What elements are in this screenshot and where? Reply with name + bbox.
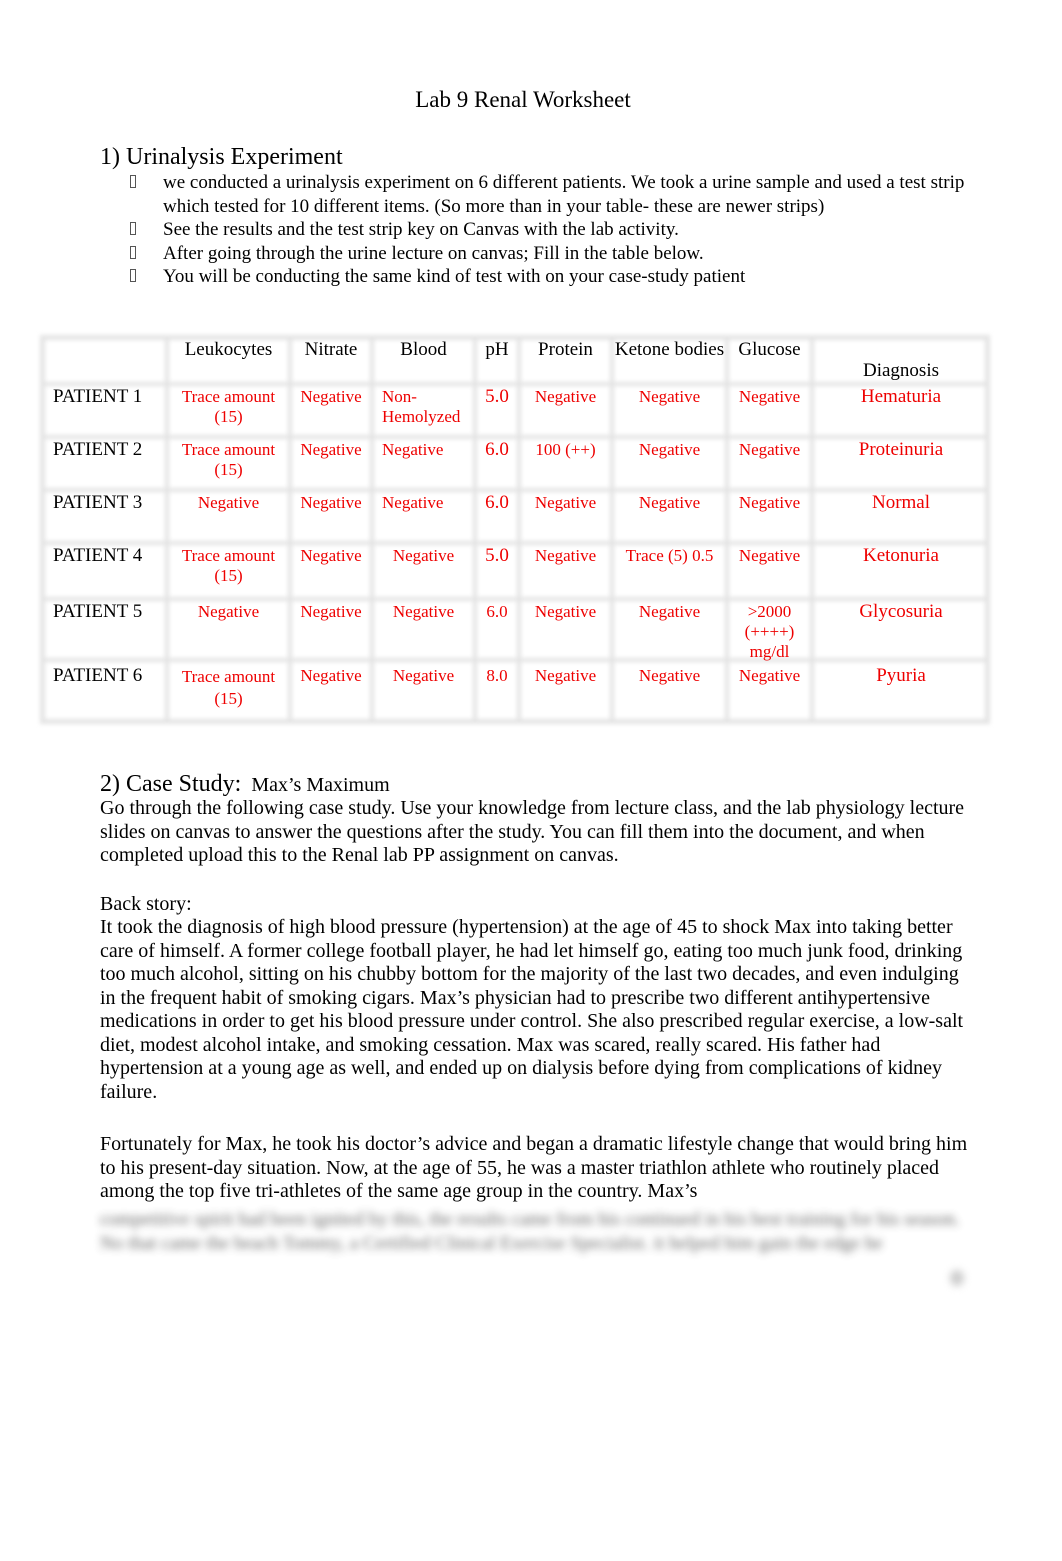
ph-value: 6.0: [485, 492, 509, 513]
section-1-heading: 1) Urinalysis Experiment: [100, 144, 343, 170]
backstory-paragraph-2: Fortunately for Max, he took his doctor’…: [100, 1133, 968, 1202]
ketone-value: Negative: [638, 493, 701, 512]
blood-value: Negative: [392, 602, 455, 621]
header-ketone-bodies: Ketone bodies: [614, 339, 725, 360]
ketone-value: Negative: [638, 666, 701, 685]
bullet-text: See the results and the test strip key o…: [163, 219, 679, 240]
nitrate-value: Negative: [300, 602, 362, 621]
header-blood: Blood: [400, 339, 447, 360]
section-2-heading-text: 2) Case Study:: [100, 771, 242, 797]
glucose-value: Negative: [738, 493, 801, 512]
section-1-bullet-list: we conducted a urinalysis experiment on …: [100, 171, 970, 289]
backstory-paragraph-1: It took the diagnosis of high blood pres…: [100, 916, 964, 1103]
page-number-blurred: [950, 1270, 964, 1286]
diagnosis-value: Normal: [871, 492, 931, 513]
patient-label: PATIENT 6: [53, 665, 143, 686]
bullet-icon: [130, 222, 136, 235]
ketone-value: Negative: [638, 440, 701, 459]
bullet-item: See the results and the test strip key o…: [100, 218, 970, 242]
case-study-title: Max’s Maximum: [251, 774, 390, 796]
patient-label: PATIENT 1: [53, 386, 143, 407]
protein-value: Negative: [534, 666, 597, 685]
blood-value: Negative: [392, 546, 455, 565]
section-2-heading: 2) Case Study: Max’s Maximum: [100, 770, 390, 799]
bullet-item: You will be conducting the same kind of …: [100, 265, 970, 289]
nitrate-value: Negative: [300, 546, 362, 565]
header-leukocytes: Leukocytes: [184, 339, 273, 360]
nitrate-value: Negative: [300, 387, 362, 406]
ph-value: 5.0: [485, 545, 509, 566]
backstory-label: Back story:: [100, 893, 192, 915]
bullet-text: we conducted a urinalysis experiment on …: [163, 172, 965, 217]
case-study-intro: Go through the following case study. Use…: [100, 797, 965, 866]
ketone-value: Trace (5) 0.5: [625, 546, 714, 565]
table-row: PATIENT 2 Trace amount (15) Negative Neg…: [40, 436, 990, 489]
bullet-text: After going through the urine lecture on…: [163, 242, 704, 264]
glucose-value: Negative: [738, 387, 801, 406]
table-header-row: Leukocytes Nitrate Blood pH Protein Keto…: [40, 335, 990, 383]
nitrate-value: Negative: [300, 493, 362, 512]
table-row: PATIENT 5 Negative Negative Negative 6.0…: [40, 598, 990, 662]
nitrate-value: Negative: [300, 666, 362, 685]
protein-value: Negative: [534, 546, 597, 565]
protein-value: Negative: [534, 387, 597, 406]
bullet-icon: [130, 175, 136, 188]
header-nitrate: Nitrate: [304, 339, 358, 360]
diagnosis-value: Glycosuria: [859, 601, 943, 622]
table-row: PATIENT 3 Negative Negative Negative 6.0…: [40, 489, 990, 542]
patient-label: PATIENT 4: [53, 545, 143, 566]
blurred-preview-text: competitive spirit had been ignited by t…: [100, 1209, 960, 1254]
diagnosis-value: Ketonuria: [863, 545, 939, 566]
protein-value: Negative: [534, 602, 597, 621]
nitrate-value: Negative: [300, 440, 362, 459]
header-glucose: Glucose: [738, 339, 801, 360]
ketone-value: Negative: [638, 602, 701, 621]
leukocytes-value: Trace amount (15): [181, 440, 276, 479]
protein-value: Negative: [534, 493, 597, 512]
bullet-icon: [130, 245, 136, 259]
blood-value: Negative: [392, 666, 455, 685]
ph-value: 6.0: [486, 602, 508, 621]
ketone-value: Negative: [638, 387, 701, 406]
ph-value: 5.0: [485, 386, 509, 407]
leukocytes-value: Trace amount (15): [181, 546, 276, 585]
protein-value: 100 (++): [535, 440, 596, 459]
blood-value: Negative: [382, 493, 444, 512]
glucose-value: Negative: [738, 666, 801, 685]
leukocytes-value: Negative: [197, 602, 260, 621]
glucose-value: >2000 (++++) mg/dl: [744, 602, 795, 661]
patient-label: PATIENT 2: [53, 439, 143, 460]
header-blank: [40, 335, 167, 383]
diagnosis-value: Proteinuria: [858, 439, 944, 460]
leukocytes-value: Trace amount (15): [181, 387, 276, 426]
table-row: PATIENT 4 Trace amount (15) Negative Neg…: [40, 542, 990, 598]
bullet-icon: [130, 269, 136, 282]
document-title: Lab 9 Renal Worksheet: [415, 87, 631, 112]
table-row: PATIENT 6 Trace amount (15) Negative Neg…: [40, 662, 990, 724]
table-row: PATIENT 1 Trace amount (15) Negative Non…: [40, 383, 990, 436]
glucose-value: Negative: [738, 546, 801, 565]
urinalysis-table: Leukocytes Nitrate Blood pH Protein Keto…: [40, 335, 990, 724]
bullet-item: After going through the urine lecture on…: [100, 242, 970, 266]
bullet-item: we conducted a urinalysis experiment on …: [100, 171, 970, 218]
header-diagnosis: Diagnosis: [863, 360, 939, 381]
blood-value: Negative: [382, 440, 444, 459]
ph-value: 8.0: [486, 666, 508, 685]
diagnosis-value: Hematuria: [860, 386, 942, 407]
header-protein: Protein: [538, 339, 593, 360]
leukocytes-value: Negative: [197, 493, 260, 512]
patient-label: PATIENT 3: [53, 492, 143, 513]
header-ph: pH: [485, 339, 509, 360]
leukocytes-value: Trace amount (15): [181, 667, 276, 708]
patient-label: PATIENT 5: [53, 601, 143, 622]
ph-value: 6.0: [485, 439, 509, 460]
glucose-value: Negative: [738, 440, 801, 459]
diagnosis-value: Pyuria: [876, 665, 926, 686]
bullet-text: You will be conducting the same kind of …: [163, 266, 746, 287]
blood-value: Non-Hemolyzed: [382, 387, 461, 426]
